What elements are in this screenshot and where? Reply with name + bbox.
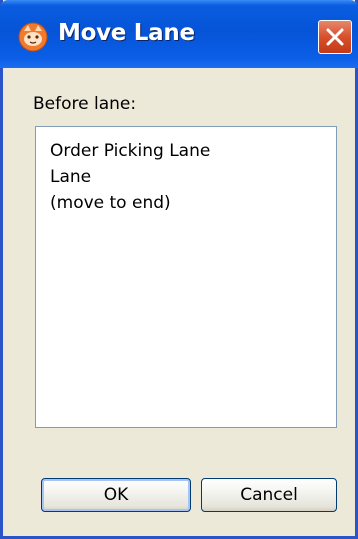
title-bar[interactable]: Move Lane [0, 0, 358, 68]
close-button[interactable] [318, 20, 352, 54]
window-title: Move Lane [58, 20, 195, 46]
cancel-button[interactable]: Cancel [201, 478, 337, 512]
lane-listbox[interactable]: Order Picking Lane Lane (move to end) [35, 126, 337, 428]
move-lane-dialog: Move Lane Before lane: Order Picking Lan… [0, 0, 358, 539]
ok-button[interactable]: OK [41, 478, 191, 512]
list-item-order-picking-lane[interactable]: Order Picking Lane [50, 141, 210, 161]
list-item-lane[interactable]: Lane [50, 167, 91, 187]
list-item-move-to-end[interactable]: (move to end) [50, 193, 171, 213]
cat-face-icon [18, 22, 48, 52]
before-lane-label: Before lane: [33, 94, 137, 114]
